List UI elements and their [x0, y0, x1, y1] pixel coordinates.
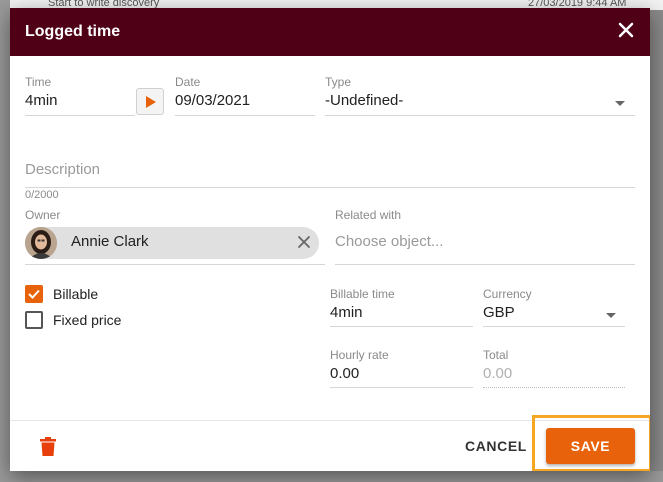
background-footer	[0, 471, 663, 482]
logged-time-dialog: Logged time Time 4min Date 09/03/2021 Ty…	[10, 8, 650, 471]
background-sidebar	[0, 0, 10, 482]
total-label: Total	[483, 348, 509, 362]
hourly-rate-label: Hourly rate	[330, 348, 389, 362]
time-label: Time	[25, 75, 52, 89]
hourly-rate-underline	[330, 387, 473, 388]
total-underline	[483, 387, 625, 388]
currency-label: Currency	[483, 287, 532, 301]
owner-label: Owner	[25, 208, 61, 222]
date-label: Date	[175, 75, 201, 89]
related-label: Related with	[335, 208, 402, 222]
type-select[interactable]: -Undefined-	[325, 92, 403, 109]
related-input[interactable]: Choose object...	[335, 233, 443, 250]
delete-icon[interactable]	[40, 437, 56, 456]
date-underline	[175, 115, 315, 116]
close-icon[interactable]	[614, 18, 638, 42]
billable-checkbox[interactable]	[25, 285, 43, 303]
description-counter: 0/2000	[25, 189, 59, 201]
save-button[interactable]: SAVE	[546, 428, 635, 464]
currency-dropdown-icon[interactable]	[606, 313, 616, 318]
fixed-price-checkbox[interactable]	[25, 311, 43, 329]
owner-chip[interactable]: Annie Clark	[25, 227, 319, 259]
time-underline	[25, 115, 135, 116]
fixed-price-label[interactable]: Fixed price	[53, 312, 121, 328]
billable-label[interactable]: Billable	[53, 286, 98, 302]
type-dropdown-icon[interactable]	[615, 101, 625, 106]
dialog-title: Logged time	[25, 23, 121, 40]
owner-name: Annie Clark	[71, 233, 149, 250]
type-underline	[325, 115, 635, 116]
description-underline	[25, 187, 635, 188]
time-input[interactable]: 4min	[25, 92, 58, 109]
hourly-rate-input[interactable]: 0.00	[330, 365, 359, 382]
type-label: Type	[325, 75, 352, 89]
start-timer-button[interactable]	[136, 88, 164, 115]
owner-underline	[25, 264, 325, 265]
total-value: 0.00	[483, 365, 513, 382]
remove-owner-icon[interactable]	[297, 235, 311, 249]
description-input[interactable]: Description	[25, 161, 100, 178]
play-icon	[146, 96, 156, 108]
billable-time-underline	[330, 326, 473, 327]
related-underline	[335, 264, 635, 265]
avatar	[25, 227, 57, 259]
billable-time-label: Billable time	[330, 287, 395, 301]
currency-underline	[483, 326, 625, 327]
cancel-button[interactable]: CANCEL	[465, 438, 527, 454]
billable-time-input[interactable]: 4min	[330, 304, 363, 321]
currency-select[interactable]: GBP	[483, 304, 515, 321]
dialog-header: Logged time	[10, 8, 650, 56]
check-icon	[28, 289, 40, 299]
date-input[interactable]: 09/03/2021	[175, 92, 250, 109]
